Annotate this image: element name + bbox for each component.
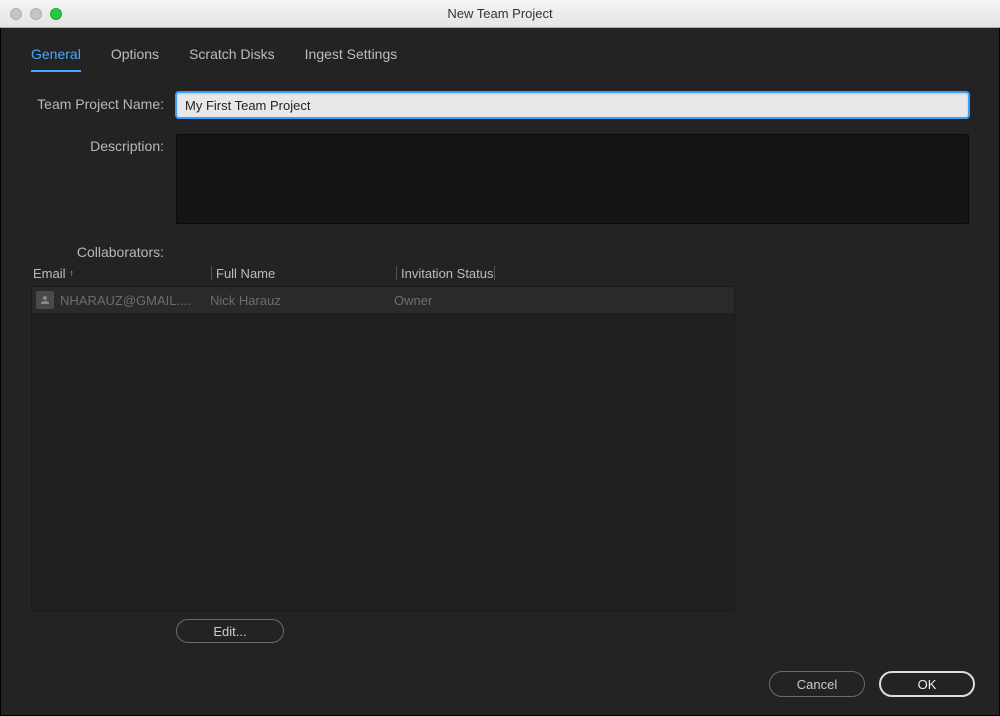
sort-arrow-icon: ↑ bbox=[70, 268, 75, 278]
titlebar: New Team Project bbox=[0, 0, 1000, 28]
cancel-button[interactable]: Cancel bbox=[769, 671, 865, 697]
collaborator-row[interactable]: NHARAUZ@GMAIL.... Nick Harauz Owner bbox=[32, 287, 734, 313]
tab-bar: General Options Scratch Disks Ingest Set… bbox=[1, 28, 999, 72]
column-header-email[interactable]: Email ↑ bbox=[33, 266, 211, 281]
tab-scratch-disks[interactable]: Scratch Disks bbox=[189, 46, 275, 72]
window-body: General Options Scratch Disks Ingest Set… bbox=[0, 28, 1000, 716]
footer: Cancel OK bbox=[1, 653, 999, 715]
content-area: Team Project Name: Description: Collabor… bbox=[1, 72, 999, 653]
tab-options[interactable]: Options bbox=[111, 46, 159, 72]
edit-row: Edit... bbox=[31, 619, 969, 643]
user-icon bbox=[36, 291, 54, 309]
tab-general[interactable]: General bbox=[31, 46, 81, 72]
description-label: Description: bbox=[31, 134, 176, 154]
collaborators-label: Collaborators: bbox=[31, 240, 176, 260]
description-input[interactable] bbox=[176, 134, 969, 224]
collaborators-row: Collaborators: Email ↑ Full Name Invitat… bbox=[31, 240, 969, 611]
column-divider bbox=[396, 266, 397, 280]
column-header-status[interactable]: Invitation Status bbox=[401, 266, 494, 281]
tab-ingest-settings[interactable]: Ingest Settings bbox=[305, 46, 398, 72]
column-divider bbox=[494, 266, 495, 280]
minimize-window-button[interactable] bbox=[30, 8, 42, 20]
collaborators-header: Email ↑ Full Name Invitation Status bbox=[31, 260, 735, 286]
cell-fullname: Nick Harauz bbox=[210, 293, 394, 308]
project-name-label: Team Project Name: bbox=[31, 92, 176, 112]
cell-email-text: NHARAUZ@GMAIL.... bbox=[60, 293, 191, 308]
project-name-input[interactable] bbox=[176, 92, 969, 118]
window-title: New Team Project bbox=[447, 6, 552, 21]
traffic-lights bbox=[0, 8, 62, 20]
column-divider bbox=[211, 266, 212, 280]
cell-email: NHARAUZ@GMAIL.... bbox=[36, 291, 210, 309]
collaborators-list: NHARAUZ@GMAIL.... Nick Harauz Owner bbox=[31, 286, 735, 611]
description-row: Description: bbox=[31, 134, 969, 224]
maximize-window-button[interactable] bbox=[50, 8, 62, 20]
column-email-text: Email bbox=[33, 266, 66, 281]
close-window-button[interactable] bbox=[10, 8, 22, 20]
project-name-row: Team Project Name: bbox=[31, 92, 969, 118]
cell-status: Owner bbox=[394, 293, 734, 308]
column-header-fullname[interactable]: Full Name bbox=[216, 266, 396, 281]
ok-button[interactable]: OK bbox=[879, 671, 975, 697]
edit-button[interactable]: Edit... bbox=[176, 619, 284, 643]
